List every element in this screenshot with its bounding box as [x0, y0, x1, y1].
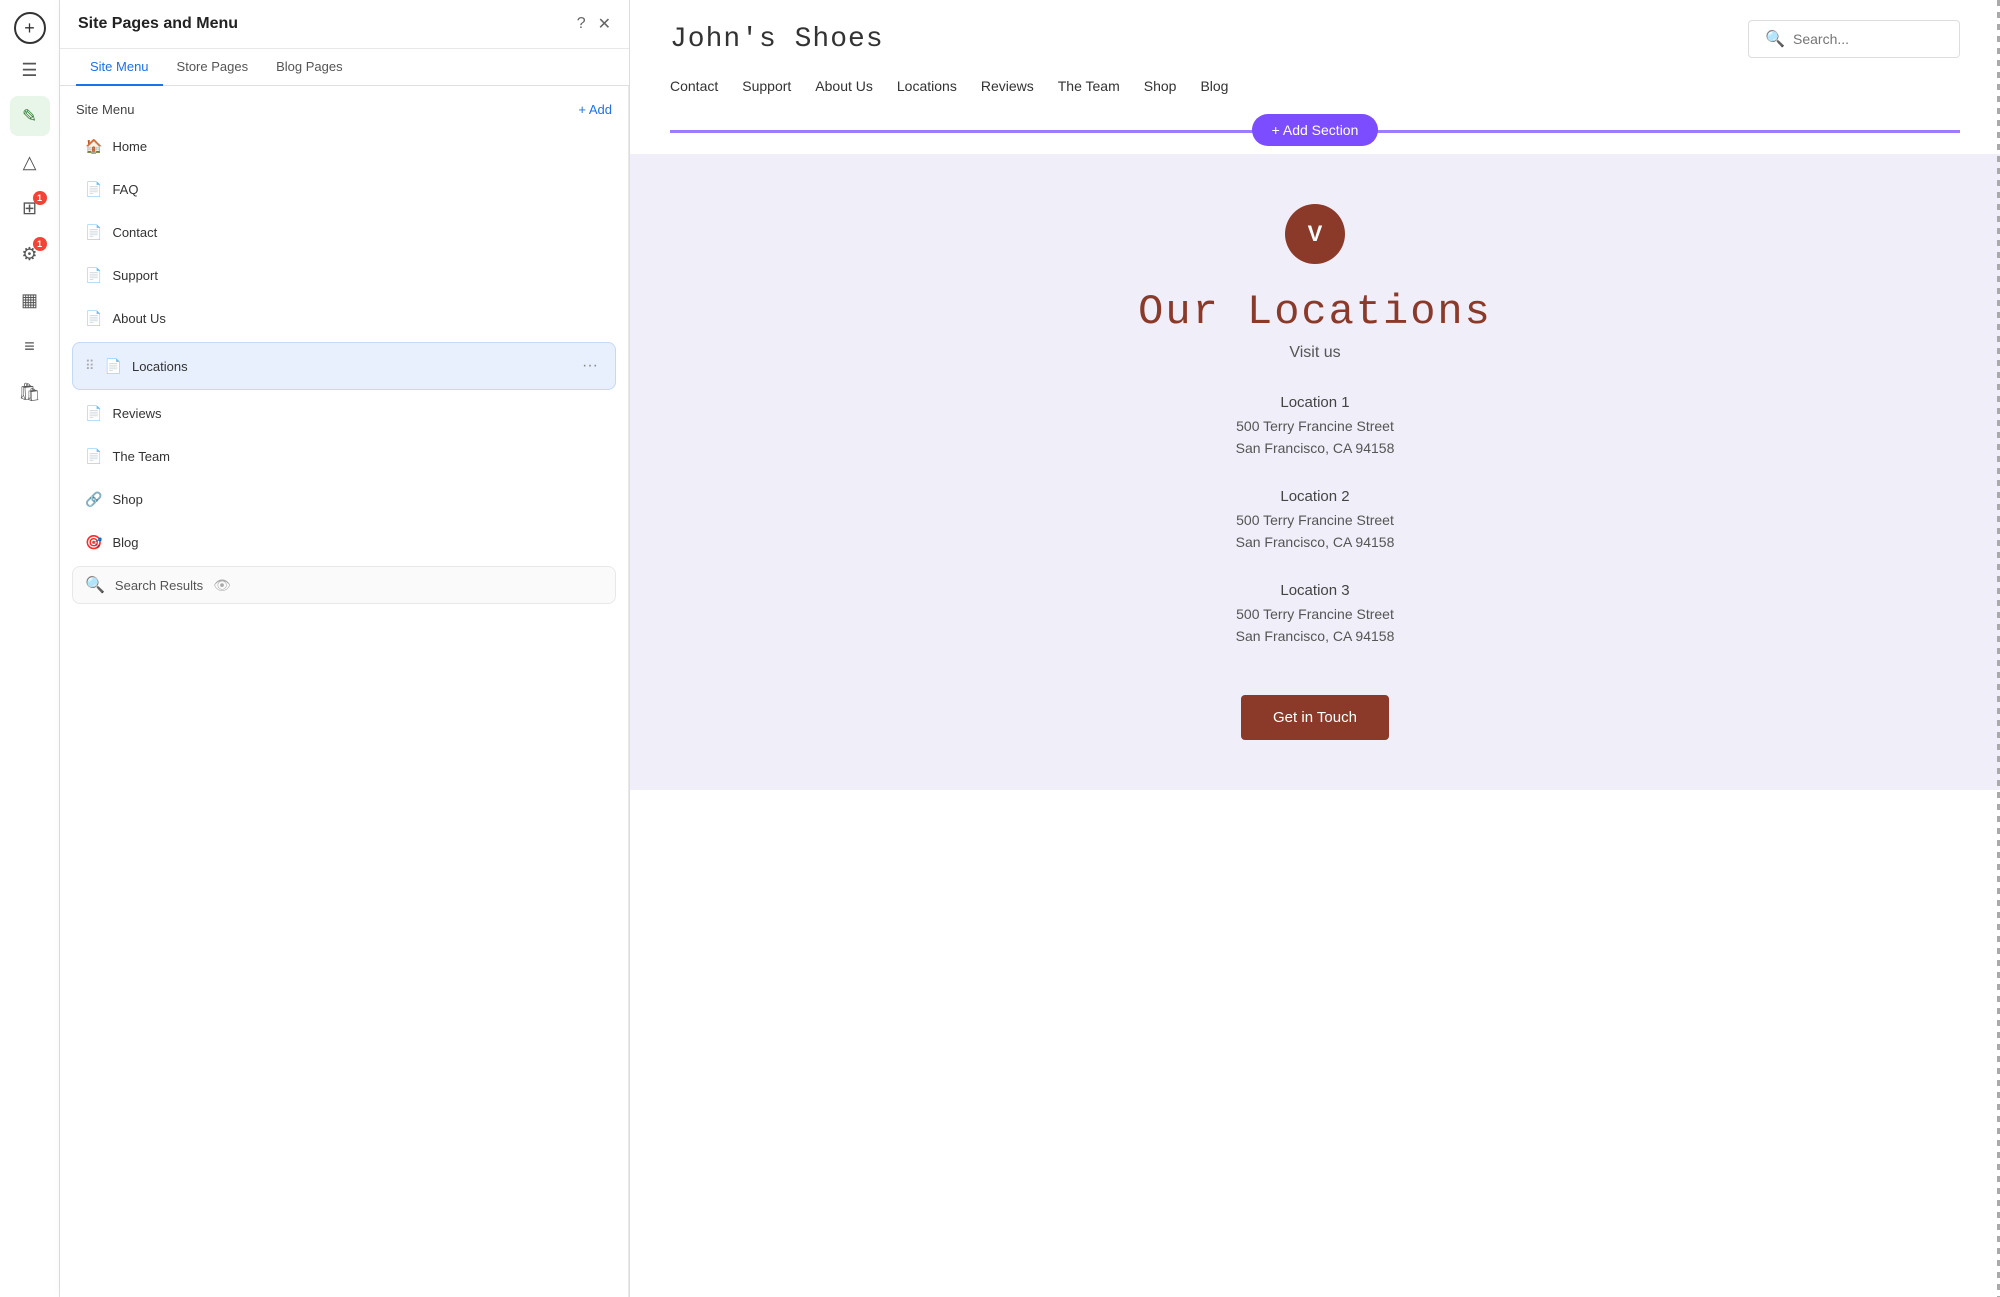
drag-handle-icon[interactable]: ⠿	[85, 358, 95, 374]
locations-title: Our Locations	[670, 288, 1960, 336]
site-nav-links: Contact Support About Us Locations Revie…	[630, 78, 2000, 106]
location-1-name: Location 1	[670, 394, 1960, 411]
site-menu-subpanel: Site Menu + Add 🏠 Home 📄 FAQ 📄 Contact 📄	[60, 86, 629, 1297]
team-page-icon: 📄	[85, 448, 102, 465]
nav-shop[interactable]: Shop	[1144, 78, 1177, 94]
panel-title: Site Pages and Menu	[78, 15, 238, 33]
site-pages-panel: Site Pages and Menu ? ✕ Site Menu Store …	[60, 0, 630, 1297]
locations-section: V Our Locations Visit us Location 1 500 …	[630, 154, 2000, 790]
location-1-block: Location 1 500 Terry Francine Street San…	[670, 394, 1960, 460]
subpanel-header: Site Menu + Add	[72, 98, 616, 127]
pages-icon[interactable]: ☰	[10, 50, 50, 90]
page-item-faq[interactable]: 📄 FAQ	[72, 170, 616, 209]
left-sidebar: + ☰ ✎ △ ⊞1 ⚙1 ▦ ≡ 🛍	[0, 0, 60, 1297]
page-item-locations[interactable]: ⠿ 📄 Locations ···	[72, 342, 616, 390]
nav-support[interactable]: Support	[742, 78, 791, 94]
home-page-icon: 🏠	[85, 138, 102, 155]
editor-icon[interactable]: ✎	[10, 96, 50, 136]
blog-icon[interactable]: ≡	[10, 326, 50, 366]
location-3-street: 500 Terry Francine Street	[670, 603, 1960, 625]
apps-icon[interactable]: ⊞1	[10, 188, 50, 228]
store-icon[interactable]: 🛍	[10, 372, 50, 412]
apps-badge: 1	[33, 191, 47, 205]
nav-locations[interactable]: Locations	[897, 78, 957, 94]
nav-reviews[interactable]: Reviews	[981, 78, 1034, 94]
subpanel-title: Site Menu	[76, 102, 135, 117]
add-section-bar: + Add Section	[630, 106, 2000, 154]
tab-site-menu[interactable]: Site Menu	[76, 49, 163, 86]
blog-page-icon: 🎯	[85, 534, 102, 551]
page-name-the-team: The Team	[112, 449, 603, 464]
page-name-reviews: Reviews	[112, 406, 603, 421]
page-name-locations: Locations	[132, 359, 567, 374]
location-1-street: 500 Terry Francine Street	[670, 415, 1960, 437]
close-icon[interactable]: ✕	[598, 14, 611, 34]
pages-section: Site Menu + Add 🏠 Home 📄 FAQ 📄 Contact 📄	[60, 86, 629, 1297]
support-page-icon: 📄	[85, 267, 102, 284]
panel-header: Site Pages and Menu ? ✕	[60, 0, 629, 49]
page-item-reviews[interactable]: 📄 Reviews	[72, 394, 616, 433]
reviews-page-icon: 📄	[85, 405, 102, 422]
tab-blog-pages[interactable]: Blog Pages	[262, 49, 357, 86]
site-nav: John's Shoes 🔍	[630, 0, 2000, 78]
location-1-city: San Francisco, CA 94158	[670, 437, 1960, 459]
location-2-name: Location 2	[670, 488, 1960, 505]
visibility-icon[interactable]: 👁	[213, 577, 231, 594]
location-2-street: 500 Terry Francine Street	[670, 509, 1960, 531]
search-results-icon: 🔍	[85, 575, 105, 595]
page-item-support[interactable]: 📄 Support	[72, 256, 616, 295]
canvas-inner: John's Shoes 🔍 Contact Support About Us …	[630, 0, 2000, 1297]
page-name-search-results: Search Results	[115, 578, 203, 593]
canvas: John's Shoes 🔍 Contact Support About Us …	[630, 0, 2000, 1297]
nav-contact[interactable]: Contact	[670, 78, 718, 94]
nav-about-us[interactable]: About Us	[815, 78, 873, 94]
location-3-block: Location 3 500 Terry Francine Street San…	[670, 582, 1960, 648]
panel-header-icons: ? ✕	[577, 14, 611, 34]
about-page-icon: 📄	[85, 310, 102, 327]
design-icon[interactable]: △	[10, 142, 50, 182]
locations-subtitle: Visit us	[670, 344, 1960, 362]
page-name-faq: FAQ	[112, 182, 603, 197]
site-title: John's Shoes	[670, 24, 884, 55]
page-name-shop: Shop	[112, 492, 603, 507]
page-item-search-results[interactable]: 🔍 Search Results 👁	[72, 566, 616, 604]
nav-blog[interactable]: Blog	[1200, 78, 1228, 94]
page-item-blog[interactable]: 🎯 Blog	[72, 523, 616, 562]
page-name-about-us: About Us	[112, 311, 603, 326]
panel-tabs: Site Menu Store Pages Blog Pages	[60, 49, 629, 86]
tab-store-pages[interactable]: Store Pages	[163, 49, 263, 86]
integrations-icon[interactable]: ⚙1	[10, 234, 50, 274]
page-item-about-us[interactable]: 📄 About Us	[72, 299, 616, 338]
search-icon: 🔍	[1765, 29, 1785, 49]
get-in-touch-button[interactable]: Get in Touch	[1241, 695, 1389, 740]
locations-more-button[interactable]: ···	[577, 353, 603, 379]
location-2-city: San Francisco, CA 94158	[670, 531, 1960, 553]
locations-page-icon: 📄	[105, 358, 122, 375]
location-2-block: Location 2 500 Terry Francine Street San…	[670, 488, 1960, 554]
page-name-support: Support	[112, 268, 603, 283]
contact-page-icon: 📄	[85, 224, 102, 241]
faq-page-icon: 📄	[85, 181, 102, 198]
page-item-the-team[interactable]: 📄 The Team	[72, 437, 616, 476]
page-name-home: Home	[112, 139, 603, 154]
integrations-badge: 1	[33, 237, 47, 251]
add-page-button[interactable]: + Add	[578, 102, 612, 117]
locations-logo: V	[1285, 204, 1345, 264]
nav-the-team[interactable]: The Team	[1058, 78, 1120, 94]
location-3-city: San Francisco, CA 94158	[670, 625, 1960, 647]
page-name-contact: Contact	[112, 225, 603, 240]
page-item-shop[interactable]: 🔗 Shop	[72, 480, 616, 519]
media-icon[interactable]: ▦	[10, 280, 50, 320]
site-search-box[interactable]: 🔍	[1748, 20, 1960, 58]
add-new-button[interactable]: +	[14, 12, 46, 44]
location-3-name: Location 3	[670, 582, 1960, 599]
page-name-blog: Blog	[112, 535, 603, 550]
site-search-input[interactable]	[1793, 31, 1943, 47]
help-icon[interactable]: ?	[577, 15, 586, 33]
page-item-home[interactable]: 🏠 Home	[72, 127, 616, 166]
page-item-contact[interactable]: 📄 Contact	[72, 213, 616, 252]
shop-page-icon: 🔗	[85, 491, 102, 508]
add-section-button[interactable]: + Add Section	[1252, 114, 1379, 146]
